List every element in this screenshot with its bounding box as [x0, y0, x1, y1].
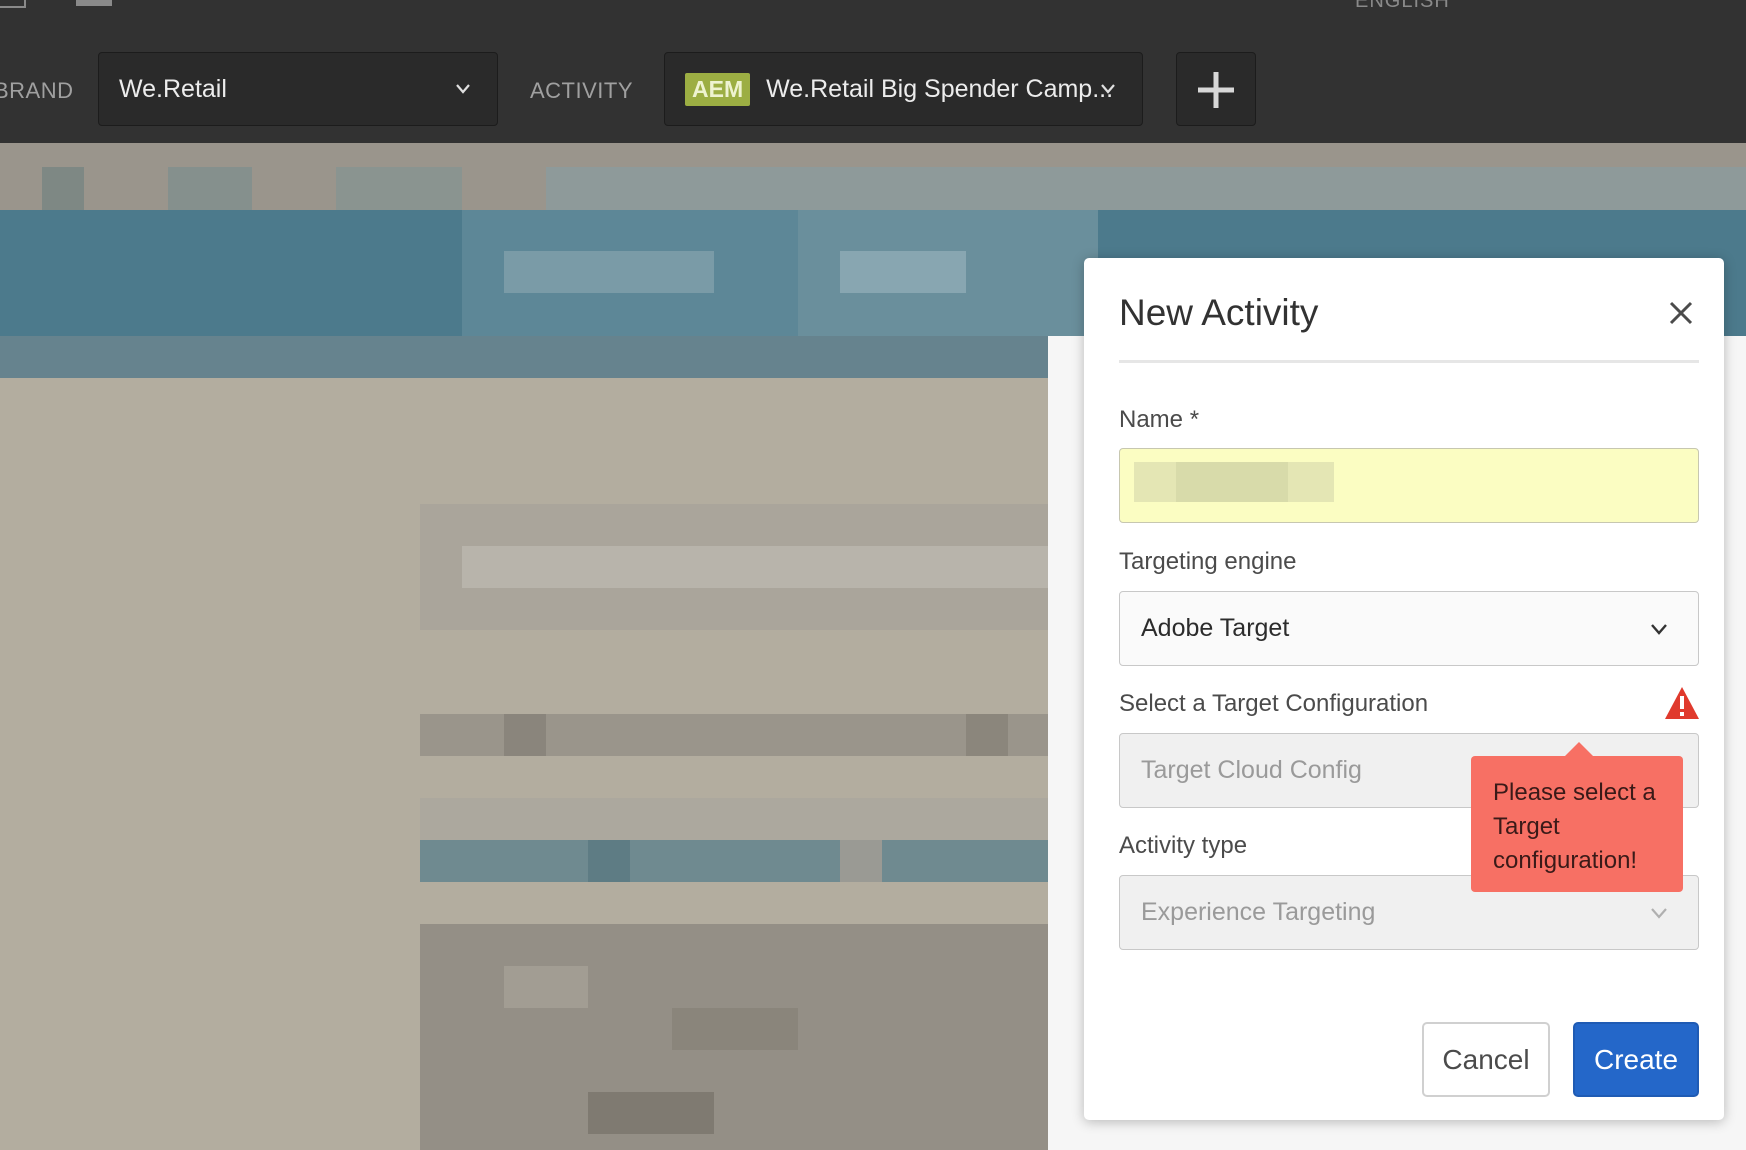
grid-icon[interactable]	[76, 0, 112, 6]
target-config-placeholder: Target Cloud Config	[1141, 756, 1362, 784]
bg-tile	[966, 714, 1008, 756]
chevron-down-icon	[1651, 624, 1667, 635]
target-config-label: Select a Target Configuration	[1119, 690, 1429, 717]
targeting-engine-label: Targeting engine	[1119, 548, 1297, 575]
bg-tile	[588, 840, 630, 882]
add-activity-button[interactable]	[1176, 52, 1256, 126]
activity-dropdown-value: We.Retail Big Spender Camp...	[766, 74, 1114, 103]
activity-label: ACTIVITY	[530, 78, 634, 103]
bg-link-band	[420, 840, 1086, 882]
bg-tile	[840, 251, 966, 293]
bg-tile	[168, 167, 252, 210]
bg-text-block	[420, 798, 1086, 840]
activity-dropdown[interactable]: AEM We.Retail Big Spender Camp...	[664, 52, 1143, 126]
brand-dropdown[interactable]: We.Retail	[98, 52, 498, 126]
plus-icon	[1198, 72, 1234, 108]
brand-label: BRAND	[0, 78, 74, 103]
bg-tile	[42, 167, 84, 210]
warning-triangle-icon	[1665, 687, 1699, 719]
bg-tile	[672, 1008, 798, 1050]
name-input[interactable]	[1119, 448, 1699, 523]
targeting-engine-select[interactable]: Adobe Target	[1119, 591, 1699, 666]
bg-strip	[546, 167, 1746, 210]
cancel-button[interactable]: Cancel	[1422, 1022, 1550, 1097]
activity-type-label: Activity type	[1119, 832, 1248, 859]
new-activity-dialog: New Activity Name * Targeting engine Ado…	[1084, 258, 1724, 1120]
language-label[interactable]: ENGLISH	[1355, 0, 1450, 13]
chevron-down-icon	[1101, 84, 1115, 94]
bg-tile	[504, 714, 546, 756]
dialog-divider	[1119, 360, 1699, 363]
dialog-title: New Activity	[1119, 292, 1319, 333]
bg-tile	[504, 966, 588, 1008]
bg-tile	[588, 1092, 714, 1134]
error-tooltip: Please select a Target configuration!	[1471, 742, 1683, 892]
name-label: Name *	[1119, 406, 1200, 433]
close-icon[interactable]	[1668, 300, 1694, 326]
bg-tile	[504, 251, 714, 293]
create-button[interactable]: Create	[1573, 1022, 1699, 1097]
aem-badge: AEM	[685, 72, 751, 106]
chevron-down-icon	[1651, 908, 1667, 919]
chevron-down-icon	[456, 84, 470, 94]
bg-tile	[840, 840, 882, 882]
targeting-engine-value: Adobe Target	[1141, 614, 1290, 642]
brand-dropdown-value: We.Retail	[119, 74, 227, 103]
redacted-name-text	[1176, 462, 1288, 502]
activity-type-value: Experience Targeting	[1141, 898, 1376, 926]
bg-tile	[336, 167, 462, 210]
bg-text-block	[462, 546, 1086, 588]
layout-icon[interactable]	[0, 0, 26, 8]
top-toolbar: ENGLISH BRAND We.Retail ACTIVITY AEM We.…	[0, 0, 1746, 143]
